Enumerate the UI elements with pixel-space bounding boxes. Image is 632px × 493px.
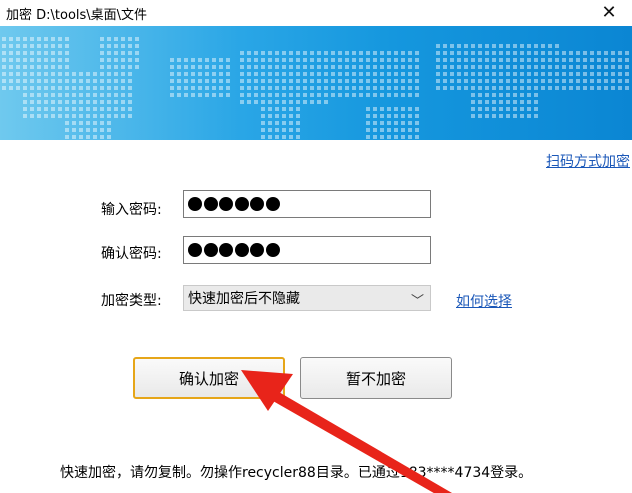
password-mask-dot — [234, 243, 249, 257]
close-icon: ✕ — [601, 2, 617, 23]
password-mask-dot — [188, 243, 202, 257]
confirm-encrypt-button[interactable]: 确认加密 — [133, 357, 285, 399]
confirm-password-label: 确认密码: — [101, 246, 162, 262]
encryption-type-label: 加密类型: — [101, 293, 162, 309]
password-mask-dot — [188, 197, 202, 211]
password-mask-dot — [250, 197, 264, 211]
encryption-type-select[interactable]: 快速加密后不隐藏 ﹀ — [183, 285, 431, 311]
password-label: 输入密码: — [101, 202, 162, 218]
password-mask-dot — [265, 197, 280, 211]
password-mask-dot — [203, 197, 218, 211]
password-mask-dot — [203, 243, 218, 257]
how-to-choose-link[interactable]: 如何选择 — [456, 291, 512, 311]
window-title: 加密 D:\tools\桌面\文件 — [6, 8, 148, 23]
password-mask-dot — [265, 243, 280, 257]
close-button[interactable]: ✕ — [586, 0, 632, 25]
world-map-dots — [2, 37, 629, 139]
password-input[interactable] — [183, 190, 431, 218]
notice-text: 快速加密，请勿复制。勿操作recycler88目录。已通过183****4734… — [60, 465, 533, 481]
header-banner — [0, 26, 632, 140]
encryption-type-value: 快速加密后不隐藏 — [188, 291, 300, 307]
title-bar: 加密 D:\tools\桌面\文件 ✕ — [0, 0, 632, 25]
password-mask-dot — [250, 243, 264, 257]
skip-encrypt-button[interactable]: 暂不加密 — [300, 357, 452, 399]
password-mask-dot — [219, 197, 233, 211]
scan-encrypt-link[interactable]: 扫码方式加密 — [546, 151, 630, 171]
password-mask-dot — [219, 243, 233, 257]
password-mask-dot — [234, 197, 249, 211]
chevron-down-icon: ﹀ — [410, 294, 424, 309]
confirm-password-input[interactable] — [183, 236, 431, 264]
